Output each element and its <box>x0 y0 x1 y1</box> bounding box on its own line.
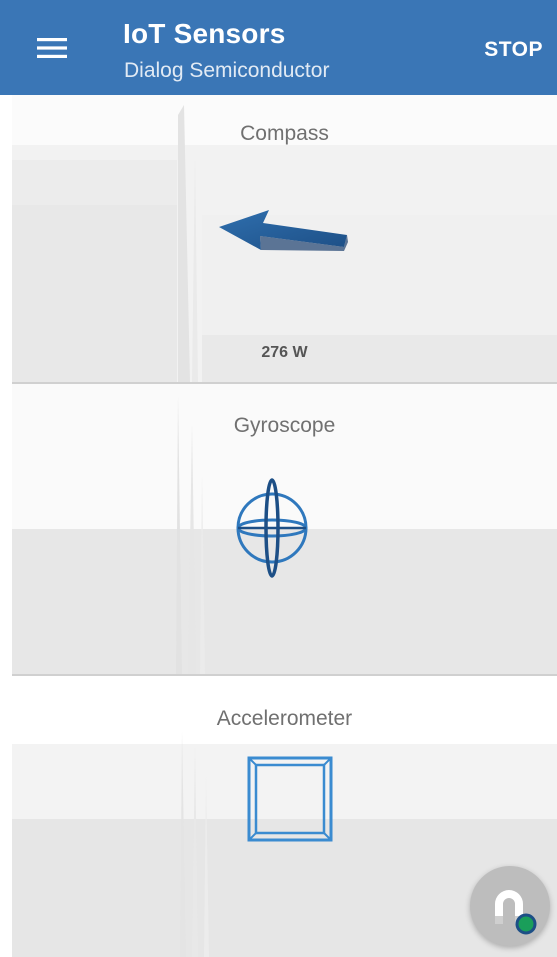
gyroscope-sphere-icon <box>236 478 308 578</box>
accelerometer-cube-icon <box>247 756 333 842</box>
app-title: IoT Sensors <box>123 18 286 49</box>
app-subtitle: Dialog Semiconductor <box>124 59 330 82</box>
compass-heading-value: 276 W <box>261 344 308 361</box>
stop-button[interactable]: STOP <box>484 38 543 62</box>
app-toolbar: IoT Sensors Dialog Semiconductor STOP <box>0 0 557 95</box>
app-screen: IoT Sensors Dialog Semiconductor STOP Co… <box>0 0 557 957</box>
hamburger-menu-icon[interactable] <box>28 24 76 72</box>
compass-panel: Compass 276 W <box>12 95 557 382</box>
gyroscope-label: Gyroscope <box>233 414 336 437</box>
compass-arrow-icon <box>219 210 348 251</box>
magnet-icon <box>495 890 537 935</box>
compass-label: Compass <box>240 122 329 145</box>
gyroscope-panel: Gyroscope <box>12 384 557 674</box>
magnet-fab-button[interactable] <box>470 866 550 946</box>
accelerometer-label: Accelerometer <box>216 707 353 730</box>
status-dot-icon <box>515 913 537 935</box>
